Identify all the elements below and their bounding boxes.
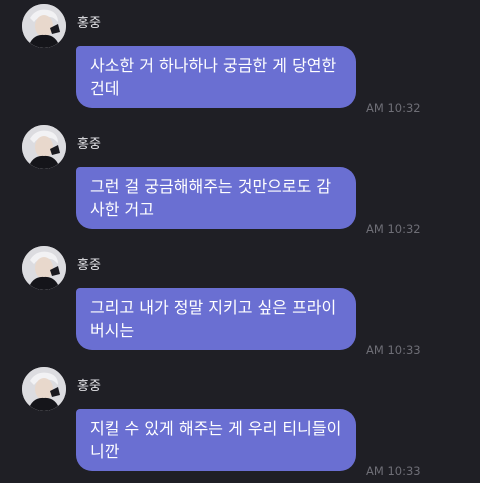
message-bubble[interactable]: 지킬 수 있게 해주는 게 우리 티니들이니깐 bbox=[76, 409, 356, 471]
profile-photo-icon bbox=[22, 367, 66, 411]
chat-message-list: 홍중 사소한 거 하나하나 궁금한 게 당연한 건데 AM 10:32 홍중 그… bbox=[0, 0, 480, 483]
profile-photo-icon bbox=[22, 125, 66, 169]
avatar[interactable] bbox=[22, 246, 66, 290]
sender-name: 홍중 bbox=[77, 379, 101, 394]
message-bubble[interactable]: 그리고 내가 정말 지키고 싶은 프라이버시는 bbox=[76, 288, 356, 350]
profile-photo-icon bbox=[22, 4, 66, 48]
chat-message: 홍중 사소한 거 하나하나 궁금한 게 당연한 건데 AM 10:32 bbox=[0, 0, 480, 120]
message-timestamp: AM 10:33 bbox=[366, 464, 421, 478]
avatar[interactable] bbox=[22, 367, 66, 411]
chat-message: 홍중 그리고 내가 정말 지키고 싶은 프라이버시는 AM 10:33 bbox=[0, 242, 480, 362]
sender-name: 홍중 bbox=[77, 258, 101, 273]
message-timestamp: AM 10:33 bbox=[366, 343, 421, 357]
message-timestamp: AM 10:32 bbox=[366, 101, 421, 115]
message-bubble[interactable]: 그런 걸 궁금해해주는 것만으로도 감사한 거고 bbox=[76, 167, 356, 229]
sender-name: 홍중 bbox=[77, 16, 101, 31]
message-timestamp: AM 10:32 bbox=[366, 222, 421, 236]
chat-message: 홍중 그런 걸 궁금해해주는 것만으로도 감사한 거고 AM 10:32 bbox=[0, 121, 480, 241]
message-bubble[interactable]: 사소한 거 하나하나 궁금한 게 당연한 건데 bbox=[76, 46, 356, 108]
profile-photo-icon bbox=[22, 246, 66, 290]
avatar[interactable] bbox=[22, 4, 66, 48]
chat-message: 홍중 지킬 수 있게 해주는 게 우리 티니들이니깐 AM 10:33 bbox=[0, 363, 480, 483]
sender-name: 홍중 bbox=[77, 137, 101, 152]
avatar[interactable] bbox=[22, 125, 66, 169]
